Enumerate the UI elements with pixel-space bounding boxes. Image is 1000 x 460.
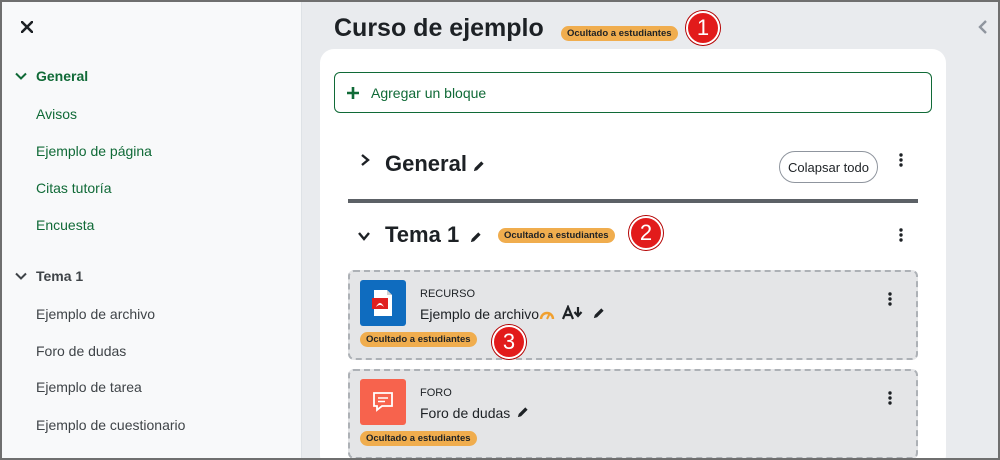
gauge-icon[interactable] xyxy=(539,308,555,320)
chevron-right-icon[interactable] xyxy=(359,153,371,167)
activity-item-recurso: RECURSO Ejemplo de archivo Ocultado a es… xyxy=(348,270,918,360)
window-frame: General Avisos Ejemplo de página Citas t… xyxy=(0,0,1000,460)
kebab-menu-icon[interactable] xyxy=(899,228,903,242)
index-section-tema1[interactable]: Tema 1 xyxy=(14,268,83,284)
activity-name-link[interactable]: Foro de dudas xyxy=(420,405,510,421)
close-drawer-button[interactable] xyxy=(18,18,36,36)
index-section-title: General xyxy=(36,68,89,84)
plus-icon xyxy=(347,86,359,99)
activity-type-label: FORO xyxy=(420,387,452,399)
kebab-menu-icon[interactable] xyxy=(899,153,903,167)
chevron-down-icon[interactable] xyxy=(357,230,371,242)
index-item-citas-tutoria[interactable]: Citas tutoría xyxy=(36,180,111,196)
hidden-status-badge: Ocultado a estudiantes xyxy=(360,332,477,347)
add-block-button[interactable]: Agregar un bloque xyxy=(334,72,932,113)
close-icon xyxy=(21,21,33,33)
index-item-ejemplo-cuestionario[interactable]: Ejemplo de cuestionario xyxy=(36,417,185,433)
index-item-encuesta[interactable]: Encuesta xyxy=(36,217,94,233)
forum-chat-icon xyxy=(373,392,393,412)
index-section-general[interactable]: General xyxy=(14,68,88,84)
index-item-ejemplo-pagina[interactable]: Ejemplo de página xyxy=(36,143,152,159)
activity-name-link[interactable]: Ejemplo de archivo xyxy=(420,306,539,322)
pdf-file-icon xyxy=(372,290,392,316)
hidden-status-badge: Ocultado a estudiantes xyxy=(561,26,678,41)
page-title: Curso de ejemplo xyxy=(334,14,544,42)
section-divider xyxy=(348,199,918,203)
activity-icon[interactable] xyxy=(360,280,406,326)
text-size-download-icon[interactable] xyxy=(562,305,584,321)
hidden-status-badge: Ocultado a estudiantes xyxy=(498,228,615,243)
open-block-drawer-button[interactable] xyxy=(976,19,990,35)
chevron-down-icon xyxy=(15,272,27,280)
callout-marker: 3 xyxy=(492,325,526,359)
section-title-tema1[interactable]: Tema 1 xyxy=(385,222,459,248)
edit-pencil-icon[interactable] xyxy=(592,307,605,320)
index-section-title: Tema 1 xyxy=(36,268,84,284)
collapse-all-button[interactable]: Colapsar todo xyxy=(779,151,878,183)
index-item-avisos[interactable]: Avisos xyxy=(36,106,77,122)
activity-type-label: RECURSO xyxy=(420,288,476,300)
edit-pencil-icon[interactable] xyxy=(516,406,529,419)
kebab-menu-icon[interactable] xyxy=(888,292,892,306)
callout-marker: 1 xyxy=(686,11,720,45)
edit-pencil-icon[interactable] xyxy=(472,160,485,173)
kebab-menu-icon[interactable] xyxy=(888,391,892,405)
course-index-drawer: General Avisos Ejemplo de página Citas t… xyxy=(2,2,302,458)
add-block-label: Agregar un bloque xyxy=(371,84,487,101)
chevron-down-icon xyxy=(15,72,27,80)
index-item-ejemplo-archivo[interactable]: Ejemplo de archivo xyxy=(36,306,155,322)
activity-item-foro: FORO Foro de dudas Ocultado a estudiante… xyxy=(348,369,918,458)
edit-pencil-icon[interactable] xyxy=(469,231,482,244)
index-item-foro-dudas[interactable]: Foro de dudas xyxy=(36,343,126,359)
chevron-left-icon xyxy=(978,20,987,34)
index-item-ejemplo-tarea[interactable]: Ejemplo de tarea xyxy=(36,379,142,395)
activity-icon[interactable] xyxy=(360,379,406,425)
section-title-general[interactable]: General xyxy=(385,151,467,177)
hidden-status-badge: Ocultado a estudiantes xyxy=(360,431,477,446)
callout-marker: 2 xyxy=(629,216,663,250)
